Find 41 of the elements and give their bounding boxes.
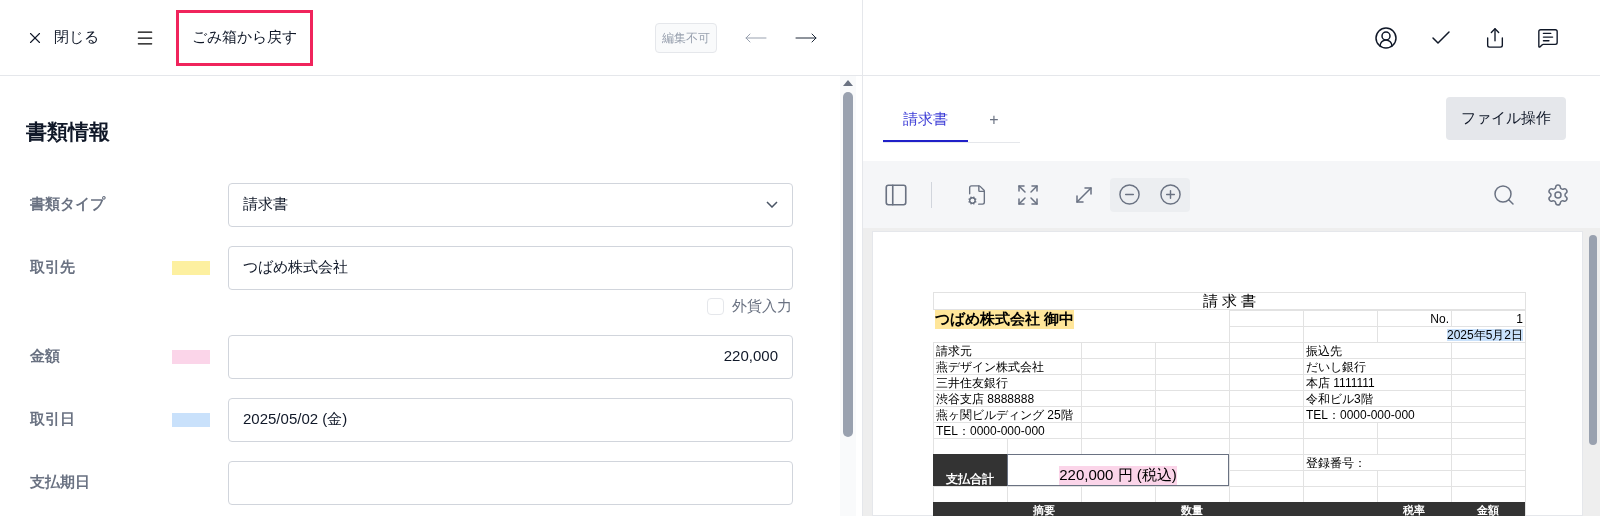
column-header: 摘要: [1032, 503, 1056, 516]
select-field[interactable]: 請求書: [228, 182, 793, 227]
scrollbar-thumb[interactable]: [843, 92, 853, 437]
comment-icon[interactable]: [1537, 26, 1559, 49]
checkbox[interactable]: [707, 298, 724, 315]
column-header: 数量: [1180, 503, 1204, 516]
field-label: 取引日: [30, 409, 76, 430]
restore-button[interactable]: ごみ箱から戻す: [176, 9, 313, 66]
total-amount: 220,000 円 (税込): [1007, 454, 1229, 486]
field-label: 金額: [30, 346, 61, 367]
field-label: 支払期日: [30, 472, 91, 493]
input-field[interactable]: 2025/05/02 (金): [228, 397, 793, 442]
checkbox-label: 外貨入力: [732, 296, 792, 317]
search-icon[interactable]: [1492, 182, 1516, 207]
field-label: 書類タイプ: [30, 194, 107, 215]
total-label: 支払合計: [933, 454, 1007, 486]
invoice-title: 請 求 書: [933, 292, 1526, 310]
input-field[interactable]: [228, 460, 793, 505]
scrollbar-thumb[interactable]: [1589, 235, 1597, 445]
file-operations-button[interactable]: ファイル操作: [1446, 97, 1566, 140]
zoom-out-icon[interactable]: [1118, 183, 1141, 206]
close-button[interactable]: 閉じる: [26, 26, 99, 49]
zoom-in-icon[interactable]: [1159, 183, 1182, 206]
settings-icon[interactable]: [1546, 182, 1570, 207]
document-settings-icon[interactable]: [966, 183, 988, 206]
status-badge: 編集不可: [655, 22, 717, 53]
tab[interactable]: 請求書: [883, 98, 968, 142]
column-header: 税率: [1402, 503, 1426, 516]
invoice-addressee: つばめ株式会社 御中: [933, 310, 1229, 342]
chevron-down-icon: [766, 201, 778, 208]
section-title: 書類情報: [26, 119, 111, 145]
user-icon[interactable]: [1374, 25, 1398, 50]
input-field[interactable]: つばめ株式会社: [228, 245, 793, 290]
scroll-up-icon[interactable]: [843, 80, 853, 86]
sidebar-toggle-icon[interactable]: [883, 181, 909, 208]
input-field[interactable]: 220,000: [228, 334, 793, 379]
add-tab-button[interactable]: +: [968, 98, 1020, 142]
column-header: 金額: [1476, 503, 1500, 516]
field-label: 取引先: [30, 257, 76, 278]
share-icon[interactable]: [1484, 26, 1506, 49]
expand-icon[interactable]: [1016, 182, 1040, 207]
